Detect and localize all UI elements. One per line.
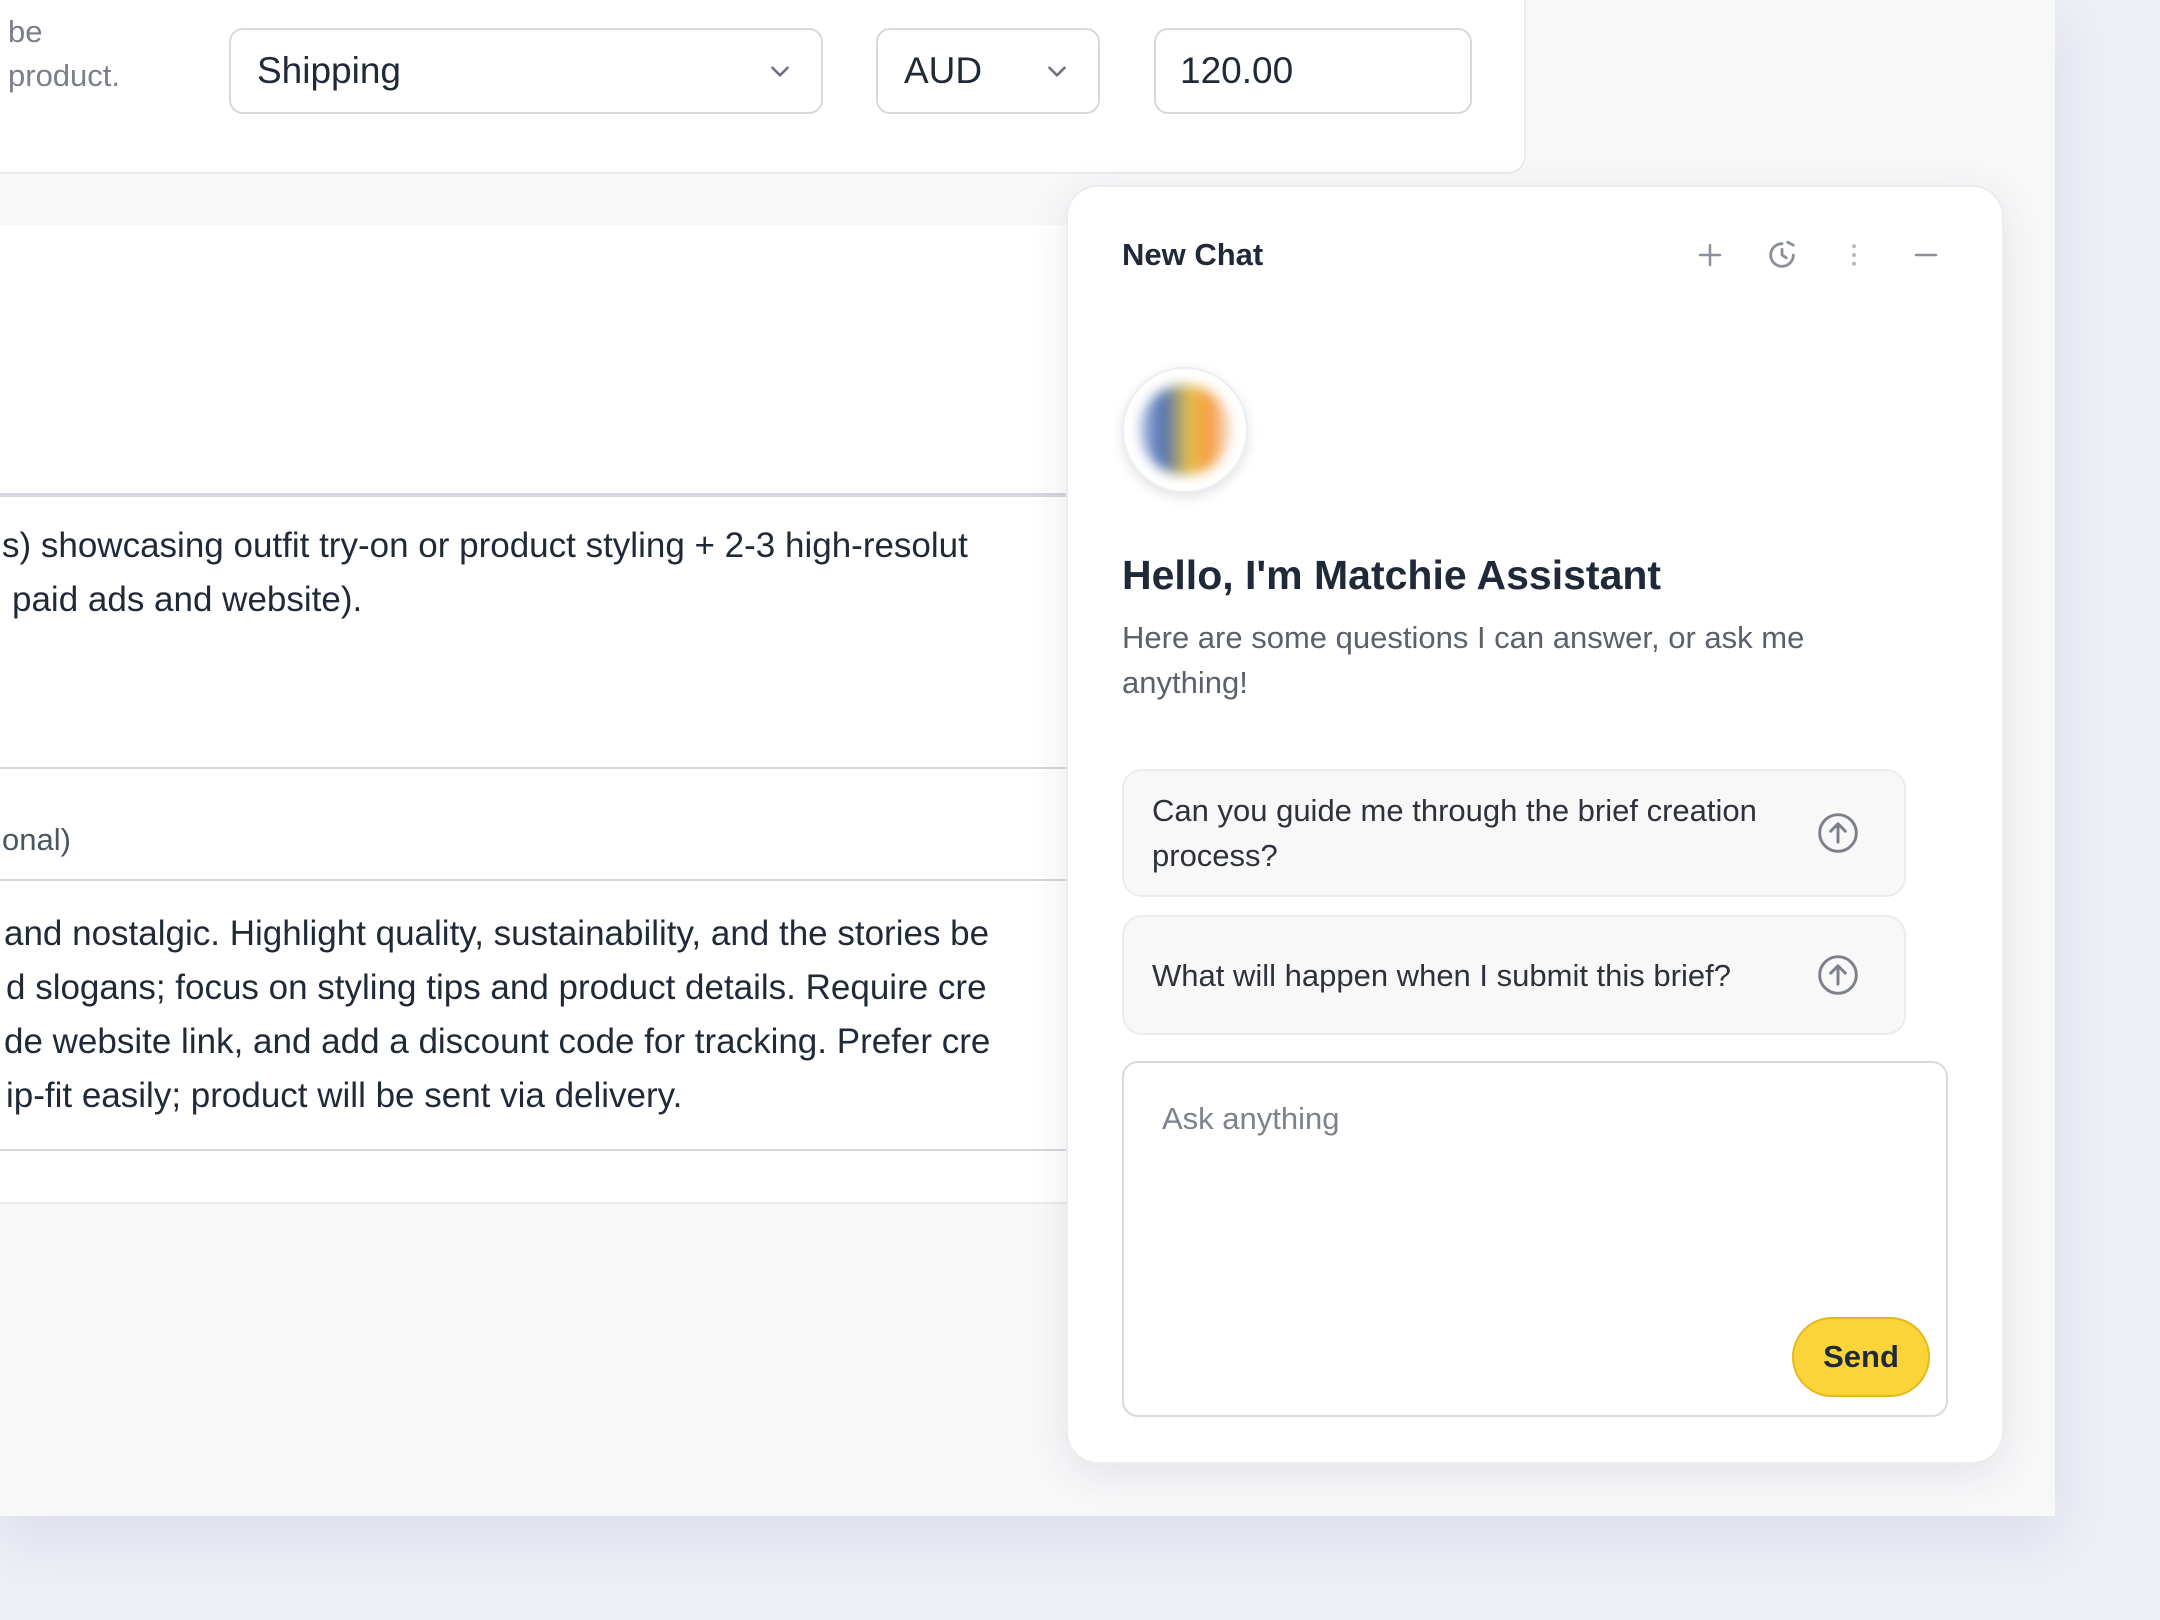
deliverables-line-2: paid ads and website). <box>12 580 363 619</box>
notes-label: onal) <box>2 822 71 857</box>
amount-input[interactable]: 120.00 <box>1154 28 1472 114</box>
chat-title: New Chat <box>1122 237 1264 272</box>
category-select[interactable]: Shipping <box>229 28 823 114</box>
amount-value: 120.00 <box>1180 50 1294 91</box>
chevron-down-icon <box>1048 66 1066 77</box>
currency-select-value: AUD <box>904 50 983 91</box>
notes-line-3: de website link, and add a discount code… <box>4 1022 991 1061</box>
deliverables-line-1: s) showcasing outfit try-on or product s… <box>2 526 968 565</box>
assistant-avatar <box>1122 367 1248 493</box>
notes-textarea[interactable]: and nostalgic. Highlight quality, sustai… <box>0 879 1122 1151</box>
empty-field-box[interactable] <box>0 225 1122 495</box>
notes-line-2: d slogans; focus on styling tips and pro… <box>6 968 987 1007</box>
suggestion-submit-brief[interactable]: What will happen when I submit this brie… <box>1122 915 1906 1035</box>
chat-panel: New Chat Hello, I'm Matchie Assistant He… <box>1066 185 2004 1464</box>
more-vertical-icon[interactable] <box>1836 237 1872 273</box>
minimize-icon[interactable] <box>1908 237 1944 273</box>
chevron-down-icon <box>771 66 789 77</box>
send-button[interactable]: Send <box>1792 1317 1930 1397</box>
notes-line-4: ip-fit easily; product will be sent via … <box>6 1076 683 1115</box>
suggestion-label: What will happen when I submit this brie… <box>1152 957 1731 993</box>
helper-line-2: product. <box>8 58 121 93</box>
history-icon[interactable] <box>1764 237 1800 273</box>
currency-select[interactable]: AUD <box>876 28 1100 114</box>
chat-input[interactable] <box>1160 1093 1904 1145</box>
notes-line-1: and nostalgic. Highlight quality, sustai… <box>4 914 990 953</box>
chat-actions <box>1692 237 1944 273</box>
suggestion-brief-creation[interactable]: Can you guide me through the brief creat… <box>1122 769 1906 897</box>
plus-icon[interactable] <box>1692 237 1728 273</box>
helper-text: be product. <box>8 10 168 98</box>
arrow-up-circle-icon <box>1818 955 1858 995</box>
suggestion-label: Can you guide me through the brief creat… <box>1152 793 1757 873</box>
pricing-card: be product. Shipping AUD 120.00 <box>0 0 1526 174</box>
assistant-subtitle: Here are some questions I can answer, or… <box>1122 620 1805 700</box>
brief-content-card: s) showcasing outfit try-on or product s… <box>0 225 1124 1204</box>
avatar-orb <box>1140 385 1230 475</box>
app-window: be product. Shipping AUD 120.00 s) showc… <box>0 0 2055 1516</box>
chat-composer: Send <box>1122 1061 1948 1417</box>
deliverables-textarea[interactable]: s) showcasing outfit try-on or product s… <box>0 495 1122 769</box>
assistant-greeting: Hello, I'm Matchie Assistant <box>1122 552 1662 598</box>
category-select-value: Shipping <box>257 50 402 91</box>
arrow-up-circle-icon <box>1818 813 1858 853</box>
helper-line-1: be <box>8 14 43 49</box>
